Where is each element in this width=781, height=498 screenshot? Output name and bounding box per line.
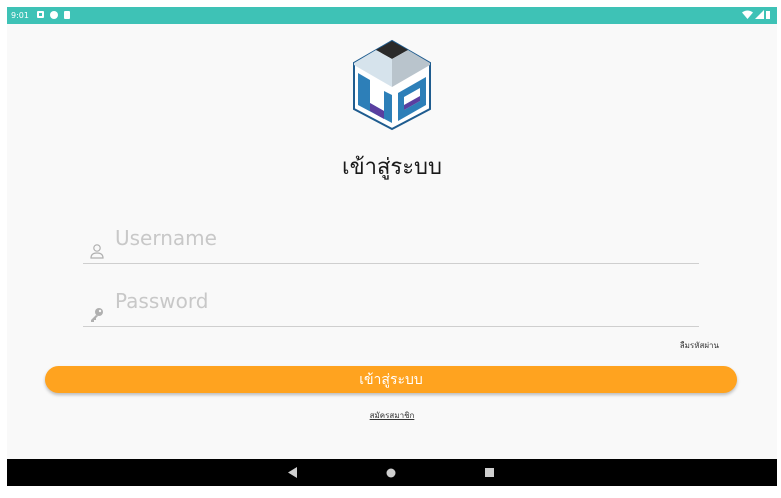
- notification-icon: [50, 11, 58, 19]
- status-bar: 9:01: [7, 7, 777, 24]
- battery-icon: [766, 11, 770, 19]
- username-input[interactable]: [115, 223, 685, 253]
- home-circle-icon: [386, 468, 396, 477]
- wifi-icon: [742, 10, 753, 19]
- notification-icon: [37, 11, 44, 18]
- page-title: เข้าสู่ระบบ: [342, 155, 442, 180]
- sd-card-icon: [64, 11, 70, 19]
- forgot-password-link[interactable]: ลืมรหัสผ่าน: [680, 339, 719, 352]
- login-button[interactable]: เข้าสู่ระบบ: [45, 366, 737, 393]
- recents-square-icon: [484, 468, 494, 477]
- password-field-container: [83, 286, 699, 327]
- user-icon: [90, 244, 104, 259]
- signal-icon: [755, 10, 764, 19]
- navigation-bar: [7, 459, 777, 486]
- status-time: 9:01: [11, 11, 29, 20]
- back-button[interactable]: [278, 459, 308, 486]
- password-input[interactable]: [115, 286, 685, 316]
- register-link[interactable]: สมัครสมาชิก: [7, 409, 777, 422]
- home-button[interactable]: [376, 459, 406, 486]
- back-triangle-icon: [288, 467, 297, 478]
- username-field-container: [83, 223, 699, 264]
- key-icon: [91, 308, 103, 322]
- recents-button[interactable]: [474, 459, 504, 486]
- cube-logo-icon: [353, 39, 431, 131]
- app-screen: 9:01 เข้าสู่ระบบ Username ลืมรหัสผ่าน เข…: [7, 7, 777, 486]
